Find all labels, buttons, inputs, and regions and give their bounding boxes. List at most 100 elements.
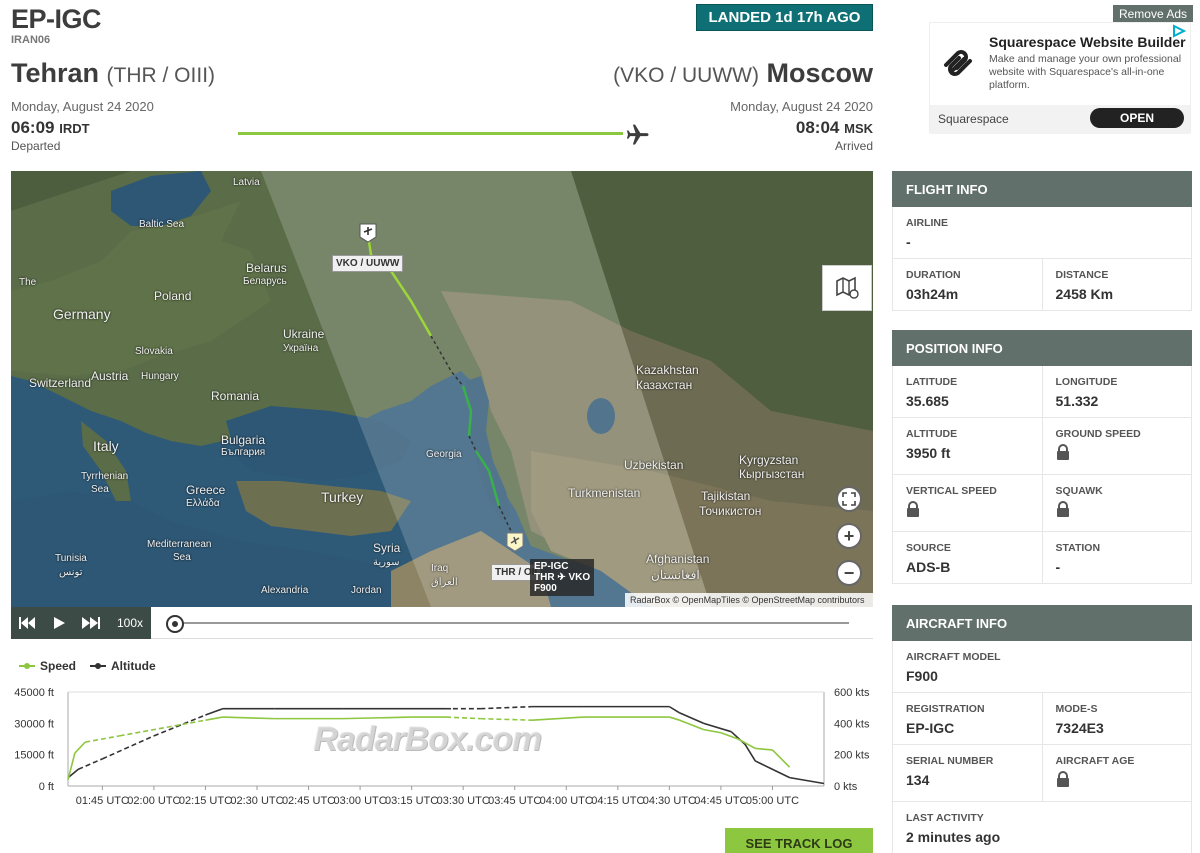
lock-icon[interactable] — [1056, 501, 1070, 518]
zoom-in-button[interactable]: + — [836, 523, 862, 549]
ad-banner[interactable]: Squarespace Website Builder Make and man… — [929, 22, 1191, 134]
zoom-out-button[interactable]: − — [836, 560, 862, 586]
remove-ads-button[interactable]: Remove Ads — [1113, 5, 1193, 22]
map-label-kyrgyzstan-ru: Кыргызстан — [739, 467, 805, 481]
play-button[interactable] — [49, 613, 69, 633]
flight-map[interactable]: Baltic Sea Latvia Belarus Беларусь Polan… — [11, 171, 873, 607]
flight-info-header[interactable]: FLIGHT INFO — [892, 171, 1192, 207]
map-attribution[interactable]: RadarBox © OpenMapTiles © OpenStreetMap … — [625, 593, 873, 607]
ad-title: Squarespace Website Builder — [989, 34, 1186, 50]
x-tick-label: 05:00 UTC — [746, 795, 799, 807]
map-layers-button[interactable] — [822, 265, 872, 311]
y-left-tick-label: 15000 ft — [14, 750, 54, 762]
map-label-kyrgyzstan: Kyrgyzstan — [739, 453, 799, 467]
airline-label: AIRLINE — [906, 217, 948, 229]
distance-cell: DISTANCE 2458 Km — [1041, 259, 1192, 310]
legend-speed-swatch — [19, 663, 35, 669]
fullscreen-button[interactable] — [836, 486, 862, 512]
lock-icon[interactable] — [1056, 771, 1070, 788]
aircraft-flight-tag[interactable]: EP-IGC THR ✈ VKO F900 — [530, 559, 595, 596]
aircraft-age-label: AIRCRAFT AGE — [1055, 755, 1135, 767]
playback-speed[interactable]: 100x — [117, 616, 143, 630]
model-cell: AIRCRAFT MODEL F900 — [893, 641, 1191, 692]
map-label-turkmenistan: Turkmenistan — [568, 486, 641, 500]
altitude-series-segment — [102, 735, 155, 760]
aircraft-info-panel: AIRCRAFT INFO AIRCRAFT MODEL F900 REGIST… — [892, 605, 1192, 853]
model-row: AIRCRAFT MODEL F900 — [892, 641, 1192, 693]
x-tick-label: 02:00 UTC — [127, 795, 180, 807]
squawk-label: SQUAWK — [1055, 485, 1103, 497]
origin-codes: (THR / OIII) — [106, 64, 216, 87]
registration-cell: REGISTRATION EP-IGC — [893, 693, 1042, 744]
destination-date: Monday, August 24 2020 — [730, 99, 873, 114]
rewind-button[interactable] — [17, 613, 37, 633]
speed-series-segment — [669, 716, 680, 721]
callsign: IRAN06 — [11, 34, 51, 46]
map-label-afghanistan: Afghanistan — [646, 552, 710, 566]
ad-footer: Squarespace OPEN — [930, 105, 1190, 134]
airline-cell: AIRLINE - — [893, 207, 1191, 258]
map-label-syria-ar: سورية — [373, 557, 400, 568]
map-label-bulgaria: Bulgaria — [221, 433, 266, 447]
mode-s-cell: MODE-S 7324E3 — [1041, 693, 1192, 744]
x-tick-label: 02:45 UTC — [282, 795, 335, 807]
x-tick-label: 03:15 UTC — [385, 795, 438, 807]
mode-s-label: MODE-S — [1055, 703, 1098, 715]
aircraft-info-header[interactable]: AIRCRAFT INFO — [892, 605, 1192, 641]
altitude-series-segment — [480, 705, 532, 710]
altitude-value: 3950 ft — [906, 445, 951, 461]
airline-value: - — [906, 234, 911, 250]
flight-progress-bar — [238, 132, 623, 135]
distance-label: DISTANCE — [1055, 269, 1109, 281]
airline-row: AIRLINE - — [892, 207, 1192, 259]
x-tick-label: 03:00 UTC — [333, 795, 386, 807]
longitude-cell: LONGITUDE 51.332 — [1041, 366, 1192, 417]
y-left-tick-label: 30000 ft — [14, 718, 54, 730]
map-label-jordan: Jordan — [351, 585, 382, 596]
y-right-tick-label: 0 kts — [834, 781, 858, 793]
latitude-cell: LATITUDE 35.685 — [893, 366, 1042, 417]
position-info-header[interactable]: POSITION INFO — [892, 330, 1192, 366]
lock-icon[interactable] — [906, 501, 920, 518]
origin-airport-icon[interactable] — [506, 532, 524, 552]
playback-scrubber-handle[interactable] — [166, 615, 184, 633]
ad-open-button[interactable]: OPEN — [1090, 108, 1184, 128]
last-activity-label: LAST ACTIVITY — [906, 812, 984, 824]
duration-cell: DURATION 03h24m — [893, 259, 1042, 310]
speed-series-segment — [205, 716, 223, 721]
fast-forward-button[interactable] — [81, 613, 101, 633]
playback-timeline[interactable] — [174, 622, 849, 624]
legend-speed[interactable]: Speed — [19, 659, 76, 673]
altitude-series-segment — [789, 776, 825, 785]
speed-series-segment — [85, 735, 120, 743]
map-label-ukraine: Ukraine — [283, 327, 325, 341]
playback-controls: 100x — [11, 607, 151, 639]
serial-value: 134 — [906, 772, 930, 788]
map-layers-icon — [836, 276, 859, 299]
map-label-kazakhstan: Kazakhstan — [636, 363, 699, 377]
duration-distance-row: DURATION 03h24m DISTANCE 2458 Km — [892, 259, 1192, 311]
speed-series-segment — [119, 719, 206, 737]
map-label-poland: Poland — [154, 289, 192, 303]
map-label-afghanistan-ar: افغانستان — [651, 568, 700, 582]
distance-value: 2458 Km — [1055, 286, 1114, 302]
departed-label: Departed — [11, 139, 61, 153]
map-label-germany: Germany — [53, 306, 111, 322]
map-label-tajikistan: Tajikistan — [701, 489, 751, 503]
plane-icon — [626, 124, 649, 145]
source-cell: SOURCE ADS-B — [893, 532, 1042, 583]
lock-icon[interactable] — [1056, 444, 1070, 461]
serial-label: SERIAL NUMBER — [906, 755, 994, 767]
duration-value: 03h24m — [906, 286, 959, 302]
adchoices-icon[interactable] — [1170, 24, 1188, 38]
map-label-georgia: Georgia — [426, 449, 462, 460]
see-track-log-button[interactable]: SEE TRACK LOG — [725, 828, 873, 853]
x-tick-label: 04:15 UTC — [591, 795, 644, 807]
legend-altitude[interactable]: Altitude — [90, 659, 156, 673]
model-value: F900 — [906, 668, 938, 684]
destination-airport-icon[interactable] — [359, 223, 377, 243]
vs-squawk-row: VERTICAL SPEED SQUAWK — [892, 475, 1192, 532]
destination-airport-tag[interactable]: VKO / UUWW — [332, 255, 404, 272]
map-label-kazakhstan-ru: Казахстан — [636, 378, 693, 392]
last-activity-cell: LAST ACTIVITY 2 minutes ago — [893, 802, 1191, 853]
